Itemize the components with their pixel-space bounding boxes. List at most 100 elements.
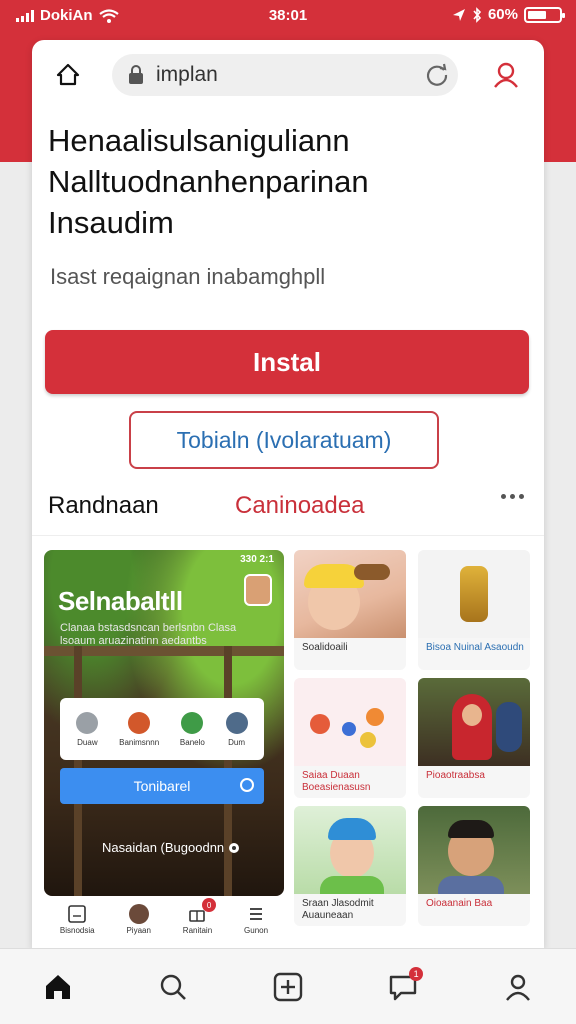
add-icon: [273, 972, 303, 1001]
title-line-1: Henaalisulsaniguliann: [48, 123, 350, 158]
list-icon: [250, 908, 263, 920]
avatar-icon: [128, 904, 149, 924]
child-shirt: [438, 876, 504, 894]
home-button[interactable]: [48, 55, 88, 95]
tile-caption: Sraan Jlasodmit Auauneaan: [302, 898, 374, 921]
mini-item[interactable]: Banelo: [179, 711, 205, 747]
flower-blue: [342, 722, 356, 736]
nav-profile[interactable]: [494, 963, 542, 1011]
nav-search[interactable]: [149, 963, 197, 1011]
mini-item-icon: [76, 711, 99, 734]
shortcut-label: Piyaan: [126, 926, 151, 935]
mini-item-label: Banelo: [179, 737, 205, 747]
tile-photo: [418, 550, 530, 638]
tile-caption: Bisoa Nuinal Asaoudn: [426, 642, 524, 653]
tab-bar: Randnaan Caninoadea: [32, 480, 544, 536]
mini-item-icon: [181, 711, 204, 734]
flower-red: [310, 714, 330, 734]
shortcut-item[interactable]: Gunon: [244, 904, 268, 948]
tile-card[interactable]: Saiaa Duaan Boeasienasusn: [294, 678, 406, 798]
person-right: [496, 702, 522, 752]
mini-item-icon: [128, 711, 151, 734]
home-icon: [45, 974, 70, 999]
mini-item-label: Duaw: [77, 737, 98, 747]
nav-messages[interactable]: 1: [379, 963, 427, 1011]
tile-photo: [294, 806, 406, 894]
status-right: 60%: [452, 6, 565, 23]
messages-badge: 1: [409, 966, 424, 981]
hero-badge: 330 2:1: [240, 554, 274, 565]
tile-card[interactable]: Soalidoaili: [294, 550, 406, 670]
shortcut-label: Gunon: [244, 926, 269, 935]
hero-title: Selnabaltll: [58, 586, 183, 616]
tab-caninoadea[interactable]: Caninoadea: [235, 492, 364, 520]
tile-caption: Pioaotraabsa: [426, 770, 485, 781]
tile-photo: [294, 550, 406, 638]
hero-avatar[interactable]: [244, 574, 272, 606]
tile-caption: Soalidoaili: [302, 642, 348, 653]
shortcut-item[interactable]: 0 Ranitain: [182, 898, 217, 948]
hero-action-label: Tonibarel: [133, 778, 191, 794]
tile-card[interactable]: Sraan Jlasodmit Auauneaan: [294, 806, 406, 926]
shortcut-item[interactable]: Bisnodsia: [60, 904, 95, 948]
content-grid: 330 2:1 Selnabaltll Clanaa bstasdsncan b…: [44, 550, 532, 948]
clock-icon: [240, 778, 254, 792]
mini-item[interactable]: Banimsnnn: [119, 711, 160, 747]
location-arrow-icon: [452, 8, 465, 21]
food-item: [354, 564, 390, 580]
flower-orange: [366, 708, 384, 726]
nav-add[interactable]: [264, 963, 312, 1011]
hero-card[interactable]: 330 2:1 Selnabaltll Clanaa bstasdsncan b…: [44, 550, 284, 896]
tile-card[interactable]: Pioaotraabsa: [418, 678, 530, 798]
bottom-nav: 1: [0, 948, 576, 1024]
install-button[interactable]: Instal: [45, 330, 529, 394]
url-text: implan: [156, 63, 218, 86]
title-line-3: Insaudim: [48, 205, 174, 240]
child-hair: [448, 820, 494, 838]
home-outline-icon: [56, 63, 80, 86]
mini-item-label: Dum: [228, 737, 246, 747]
tile-card[interactable]: Oioaanain Baa: [418, 806, 530, 926]
tile-photo: [418, 806, 530, 894]
mini-item-label: Banimsnnn: [119, 737, 160, 747]
hero-action-button[interactable]: Tonibarel: [60, 768, 264, 804]
bluetooth-icon: [473, 6, 482, 23]
shortcut-label: Ranitain: [182, 926, 213, 935]
tile-photo: [418, 678, 530, 766]
more-icon[interactable]: [501, 494, 524, 499]
tile-card[interactable]: Bisoa Nuinal Asaoudn: [418, 550, 530, 670]
mini-item-icon: [225, 711, 248, 734]
tile-caption: Saiaa Duaan Boeasienasusn: [302, 770, 371, 793]
hero-mini-card: Duaw Banimsnnn Banelo Dum: [60, 698, 264, 760]
secondary-button[interactable]: Tobialn (Ivolaratuam): [129, 411, 439, 469]
battery-percent: 60%: [487, 6, 518, 23]
nav-home[interactable]: [34, 963, 82, 1011]
tile-photo: [294, 678, 406, 766]
green-shirt: [320, 876, 384, 894]
honey-jar: [460, 566, 488, 622]
shortcut-item[interactable]: Piyaan: [126, 904, 151, 948]
status-bar: DokiAn 38:01 60%: [0, 0, 576, 32]
shortcut-row: Bisnodsia Piyaan 0 Ranitain Gunon: [44, 898, 284, 948]
hero-subtitle: Clanaa bstasdsncan berlsnbn Clasa lsoaum…: [60, 622, 237, 647]
browser-sheet: implan Henaalisulsaniguliann Nalltuodnan…: [32, 40, 544, 948]
tile-caption: Oioaanain Baa: [426, 898, 493, 909]
title-line-2: Nalltuodnanhenparinan: [48, 164, 369, 199]
mini-item[interactable]: Dum: [225, 711, 248, 747]
user-icon: [494, 62, 518, 88]
account-button[interactable]: [486, 55, 526, 95]
location-pin-icon: [229, 842, 240, 853]
tab-randnaan[interactable]: Randnaan: [48, 492, 159, 520]
reload-icon[interactable]: [424, 62, 450, 94]
mini-item[interactable]: Duaw: [76, 711, 99, 747]
page-title: Henaalisulsaniguliann Nalltuodnanhenpari…: [48, 120, 538, 243]
page-subtitle: Isast reqaignan inabamghpll: [50, 264, 326, 289]
search-icon: [160, 974, 186, 1000]
hero-footer: Nasaidan (Bugoodnn: [102, 840, 240, 855]
battery-icon: [524, 6, 565, 23]
profile-icon: [506, 974, 531, 1001]
lock-icon: [128, 65, 144, 85]
person-face: [462, 704, 482, 726]
address-bar[interactable]: implan: [112, 54, 458, 96]
flower-yellow: [360, 732, 376, 748]
